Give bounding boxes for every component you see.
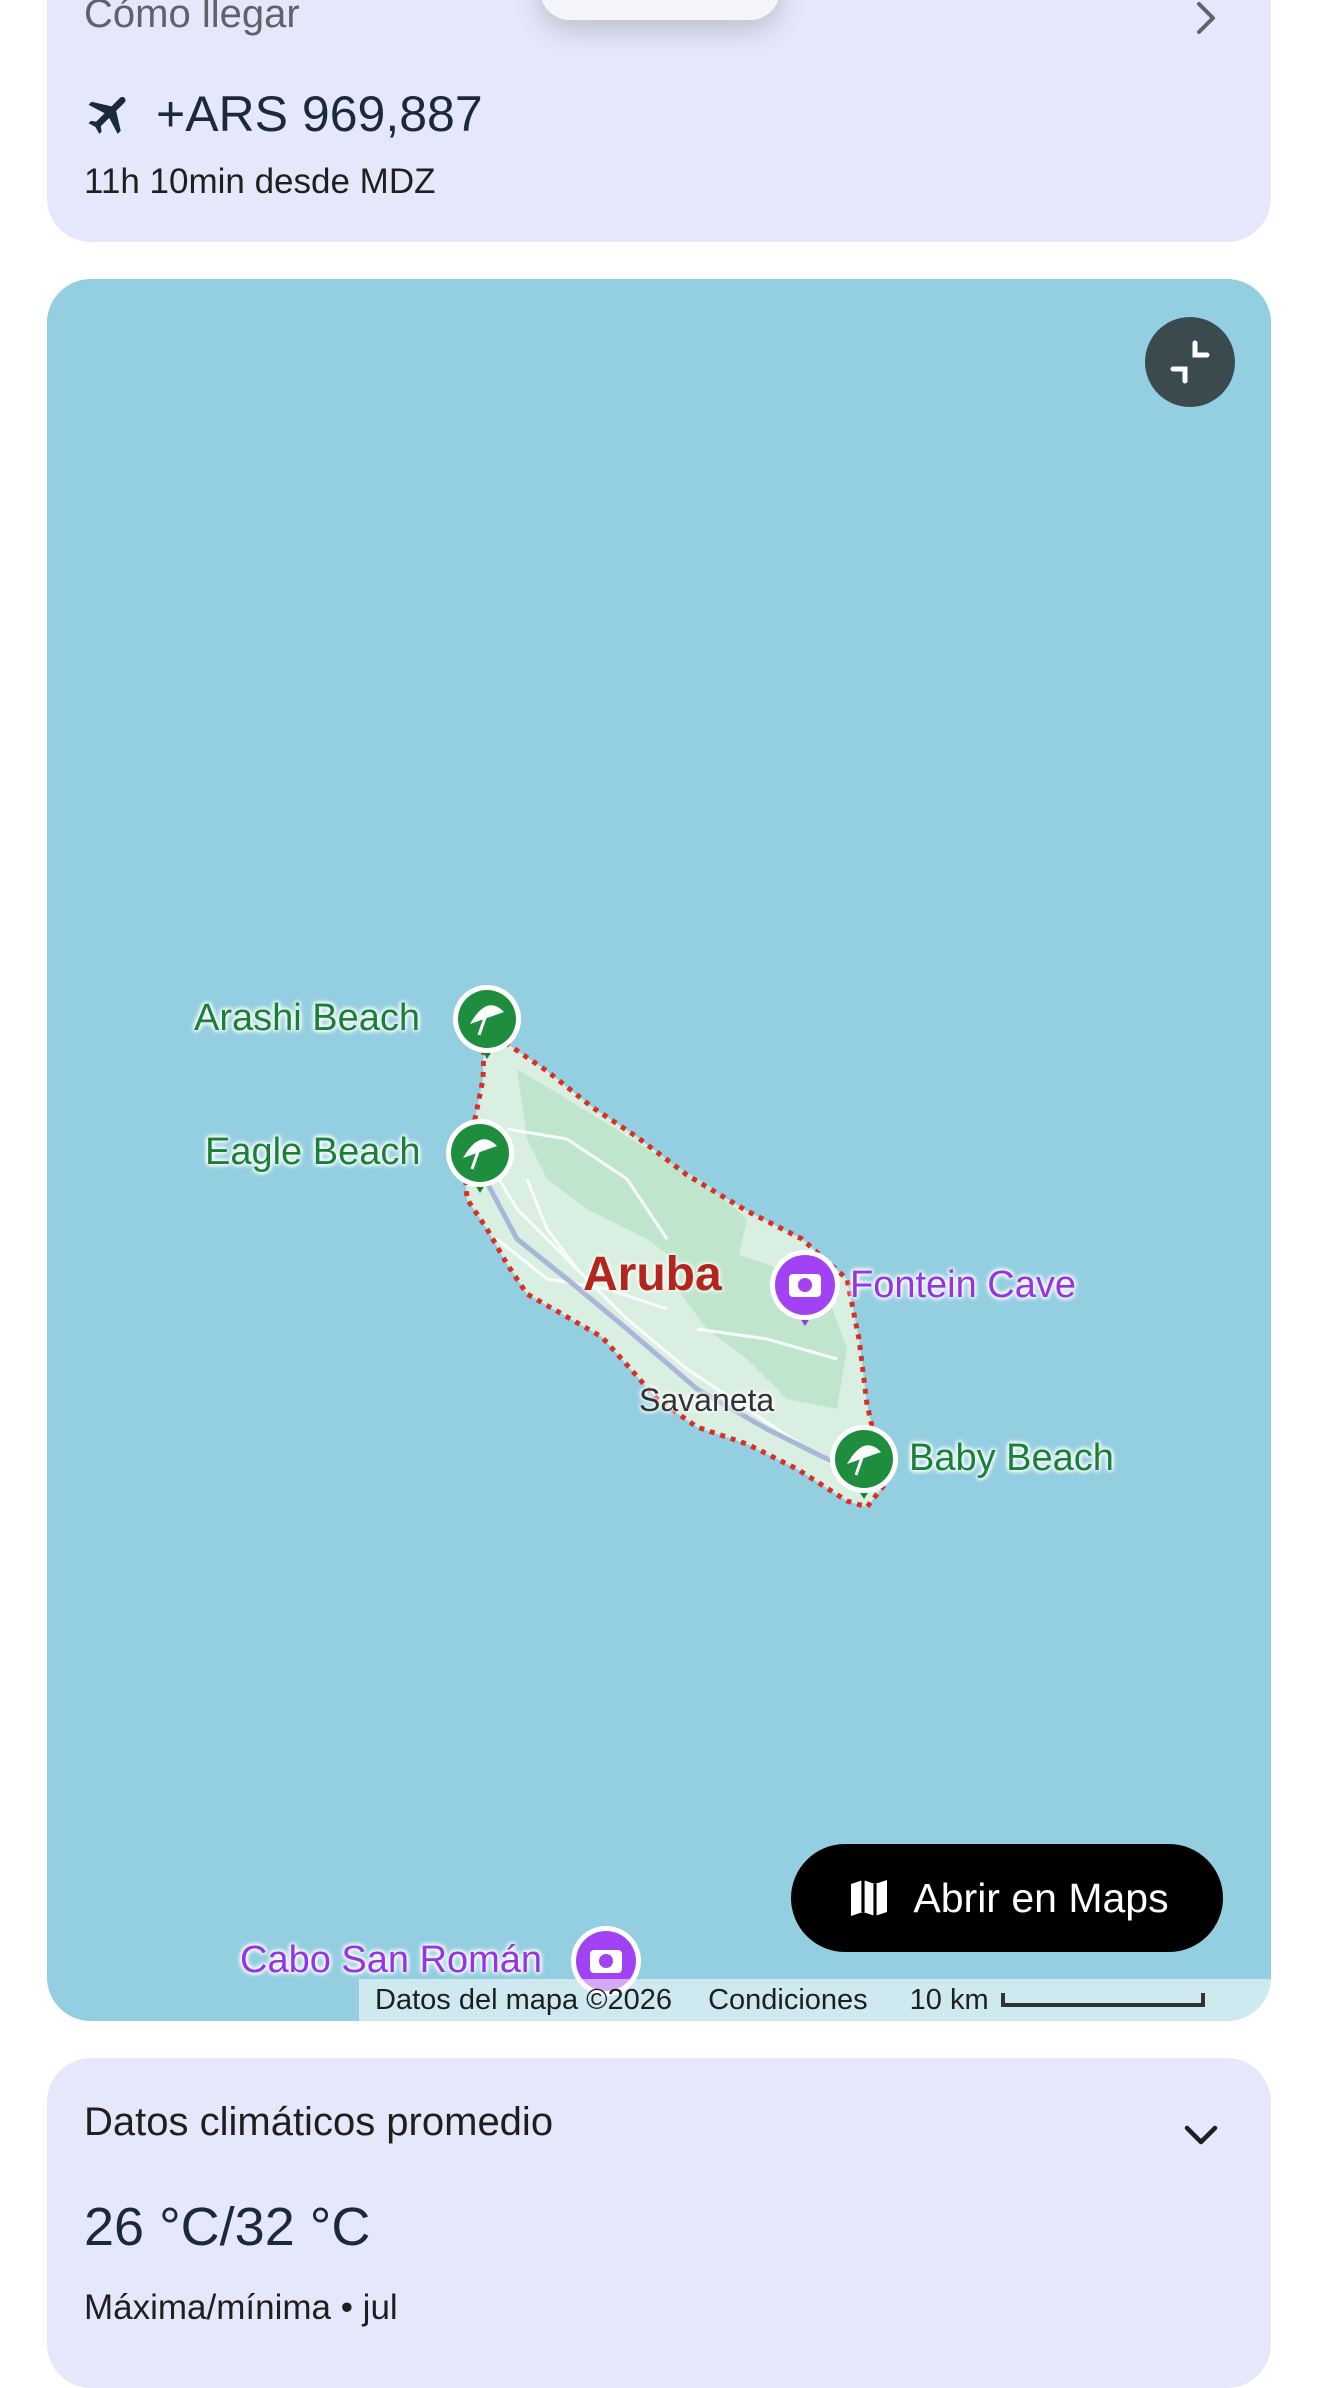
label-aruba: Aruba [583, 1248, 722, 1301]
open-in-maps-label: Abrir en Maps [913, 1874, 1169, 1921]
label-fontein-cave[interactable]: Fontein Cave [850, 1264, 1076, 1307]
weather-title: Datos climáticos promedio [84, 2100, 554, 2144]
label-baby-beach[interactable]: Baby Beach [909, 1437, 1114, 1480]
label-eagle-beach[interactable]: Eagle Beach [205, 1131, 421, 1174]
airplane-icon [88, 96, 126, 134]
collapse-map-button[interactable] [1145, 317, 1235, 407]
map-scale-bar [1000, 1993, 1205, 2007]
collapse-icon [1170, 340, 1210, 384]
map-data-credit: Datos del mapa ©2026 [375, 1983, 673, 2016]
weather-temperatures: 26 °C/32 °C [84, 2197, 371, 2257]
directions-card[interactable]: Cómo llegar +ARS 969,887 11h 10min desde… [47, 0, 1271, 242]
label-arashi-beach[interactable]: Arashi Beach [194, 997, 420, 1040]
flight-price: +ARS 969,887 [156, 86, 483, 142]
flight-row: +ARS 969,887 [84, 85, 483, 143]
flight-duration: 11h 10min desde MDZ [84, 162, 436, 201]
chevron-right-icon[interactable] [1191, 0, 1221, 38]
map-scale-label: 10 km [909, 1983, 989, 2016]
weather-subtitle: Máxima/mínima • jul [84, 2288, 398, 2327]
map-attribution: Datos del mapa ©2026 Condiciones 10 km [359, 1979, 1271, 2021]
directions-title: Cómo llegar [84, 0, 300, 36]
map-card[interactable]: Arashi Beach Eagle Beach Aruba Fontein C… [47, 279, 1271, 2021]
label-savaneta: Savaneta [639, 1382, 775, 1418]
label-cabo-san-roman[interactable]: Cabo San Román [240, 1939, 542, 1982]
map-terms-link[interactable]: Condiciones [708, 1984, 868, 2017]
map-icon [851, 1880, 888, 1916]
chevron-down-icon[interactable] [1181, 2120, 1221, 2150]
weather-card[interactable]: Datos climáticos promedio 26 °C/32 °C Má… [47, 2058, 1271, 2388]
floating-pill[interactable] [540, 0, 780, 20]
open-in-maps-button[interactable]: Abrir en Maps [791, 1844, 1223, 1952]
